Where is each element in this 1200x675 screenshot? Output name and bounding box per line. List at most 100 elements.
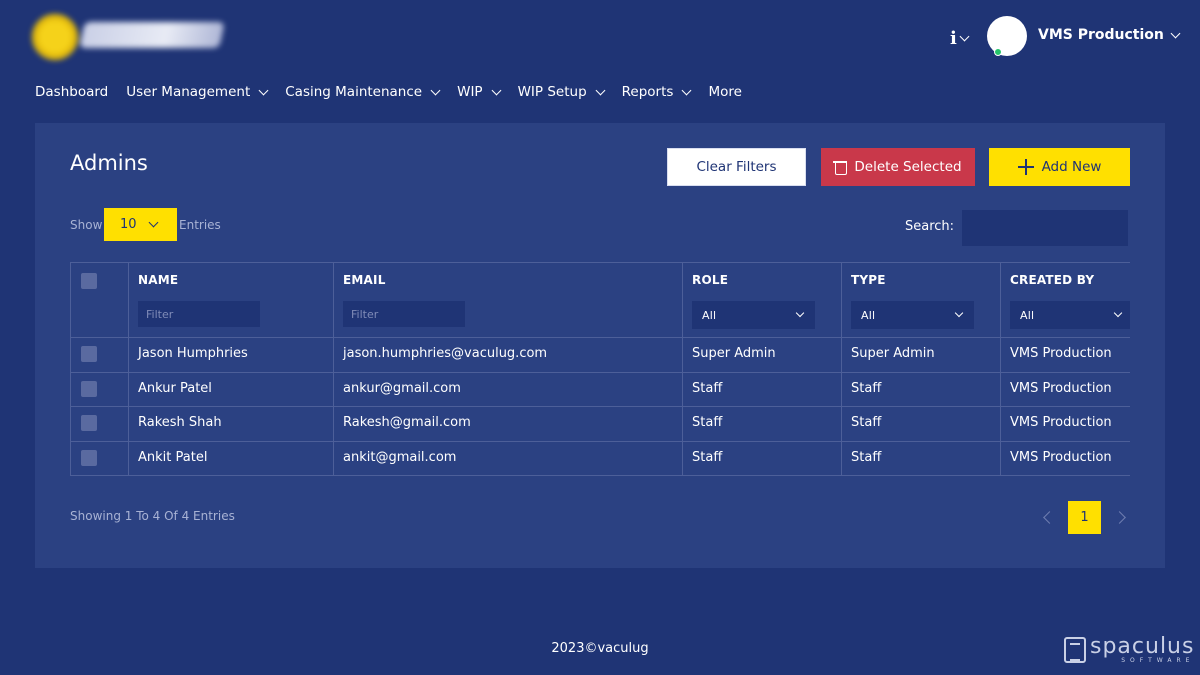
nav-wip[interactable]: WIP (457, 84, 502, 100)
cell-role: Super Admin (682, 337, 842, 373)
page-title: Admins (70, 151, 148, 175)
entries-label: Entries (179, 218, 221, 232)
plus-icon (1017, 159, 1034, 175)
chevron-right-icon[interactable] (1113, 511, 1126, 524)
chevron-down-icon (258, 85, 269, 95)
table-row[interactable]: Jason Humphries jason.humphries@vaculug.… (70, 337, 1130, 373)
user-name: VMS Production (1038, 27, 1164, 43)
button-label: Add New (1041, 159, 1102, 175)
main-nav: Dashboard User Management Casing Mainten… (35, 84, 742, 100)
column-header-created-by: CREATED BY All (1000, 262, 1130, 338)
button-label: Delete Selected (854, 159, 962, 175)
admins-table: NAME EMAIL ROLE All TYPE All (70, 262, 1130, 476)
page-button-current[interactable]: 1 (1068, 501, 1101, 534)
cell-name: Jason Humphries (128, 337, 334, 373)
select-value: All (861, 308, 876, 322)
pagination-summary: Showing 1 To 4 Of 4 Entries (70, 509, 235, 523)
table-row[interactable]: Ankit Patel ankit@gmail.com Staff Staff … (70, 440, 1130, 476)
role-filter-select[interactable]: All (692, 301, 815, 329)
info-icon: i (950, 28, 957, 49)
nav-label: Dashboard (35, 84, 109, 100)
delete-selected-button[interactable]: Delete Selected (821, 148, 975, 186)
column-label: NAME (138, 273, 179, 287)
button-label: Clear Filters (696, 159, 777, 175)
cell-email: jason.humphries@vaculug.com (333, 337, 683, 373)
chevron-down-icon (954, 308, 964, 318)
column-label: ROLE (692, 273, 729, 287)
nav-wip-setup[interactable]: WIP Setup (518, 84, 606, 100)
entries-per-page-select[interactable]: 10 (104, 208, 177, 241)
copyright-text: 2023©vaculug (551, 641, 649, 656)
spaculus-watermark: spaculus SOFTWARE (1064, 636, 1194, 664)
clear-filters-button[interactable]: Clear Filters (667, 148, 806, 186)
column-label: EMAIL (343, 273, 386, 287)
logo-wordmark (79, 22, 225, 48)
table-row[interactable]: Ankur Patel ankur@gmail.com Staff Staff … (70, 371, 1130, 407)
add-new-button[interactable]: Add New (989, 148, 1130, 186)
row-checkbox[interactable] (81, 415, 97, 431)
nav-user-management[interactable]: User Management (126, 84, 269, 100)
row-checkbox[interactable] (81, 346, 97, 362)
cell-type: Staff (841, 371, 1001, 407)
cell-name: Rakesh Shah (128, 406, 334, 442)
nav-label: WIP (457, 84, 483, 100)
chevron-down-icon (595, 85, 606, 95)
select-all-checkbox[interactable] (81, 273, 97, 289)
spaculus-wordmark: spaculus SOFTWARE (1090, 636, 1194, 664)
pagination: 1 (1043, 501, 1126, 534)
created-by-filter-select[interactable]: All (1010, 301, 1130, 329)
chevron-down-icon (430, 85, 441, 95)
email-filter-input[interactable] (343, 301, 465, 327)
chevron-down-icon (491, 85, 502, 95)
cell-email: ankit@gmail.com (333, 440, 683, 476)
avatar[interactable] (987, 16, 1027, 56)
row-select-cell (70, 440, 129, 476)
name-filter-input[interactable] (138, 301, 260, 327)
chevron-down-icon (795, 308, 805, 318)
column-header-role: ROLE All (682, 262, 842, 338)
cell-created-by: VMS Production (1000, 440, 1130, 476)
nav-casing-maintenance[interactable]: Casing Maintenance (285, 84, 441, 100)
column-header-name: NAME (128, 262, 334, 338)
select-column-header (70, 262, 129, 338)
cell-type: Super Admin (841, 337, 1001, 373)
cell-name: Ankur Patel (128, 371, 334, 407)
nav-dashboard[interactable]: Dashboard (35, 84, 108, 100)
nav-more[interactable]: More (708, 84, 741, 100)
chevron-down-icon (681, 85, 692, 95)
cell-created-by: VMS Production (1000, 371, 1130, 407)
type-filter-select[interactable]: All (851, 301, 974, 329)
cell-name: Ankit Patel (128, 440, 334, 476)
brand-name: spaculus (1090, 634, 1195, 659)
nav-label: Casing Maintenance (285, 84, 423, 100)
chevron-down-icon (959, 31, 970, 42)
brand-sub: SOFTWARE (1121, 657, 1195, 664)
nav-label: Reports (621, 84, 674, 100)
column-label: CREATED BY (1010, 273, 1095, 287)
chevron-down-icon (1113, 308, 1123, 318)
cell-role: Staff (682, 371, 842, 407)
app-logo[interactable] (32, 10, 225, 62)
admins-table-container: NAME EMAIL ROLE All TYPE All (70, 262, 1130, 476)
nav-label: User Management (126, 84, 251, 100)
nav-label: More (708, 84, 742, 100)
nav-reports[interactable]: Reports (621, 84, 692, 100)
trash-icon (833, 160, 848, 175)
table-header-row: NAME EMAIL ROLE All TYPE All (70, 262, 1130, 338)
search-input[interactable] (961, 209, 1129, 247)
cell-created-by: VMS Production (1000, 337, 1130, 373)
spaculus-logo-icon (1064, 637, 1086, 663)
table-row[interactable]: Rakesh Shah Rakesh@gmail.com Staff Staff… (70, 406, 1130, 442)
chevron-left-icon[interactable] (1043, 511, 1056, 524)
cell-role: Staff (682, 406, 842, 442)
user-menu[interactable]: VMS Production (1038, 27, 1181, 43)
row-checkbox[interactable] (81, 380, 97, 397)
cell-type: Staff (841, 440, 1001, 476)
info-menu[interactable]: i (950, 28, 970, 49)
cell-email: ankur@gmail.com (333, 371, 683, 407)
row-checkbox[interactable] (81, 449, 97, 466)
admins-card: Admins Clear Filters Delete Selected Add… (35, 123, 1165, 568)
column-label: TYPE (851, 273, 886, 287)
show-label: Show (70, 218, 103, 232)
select-value: All (702, 308, 717, 322)
